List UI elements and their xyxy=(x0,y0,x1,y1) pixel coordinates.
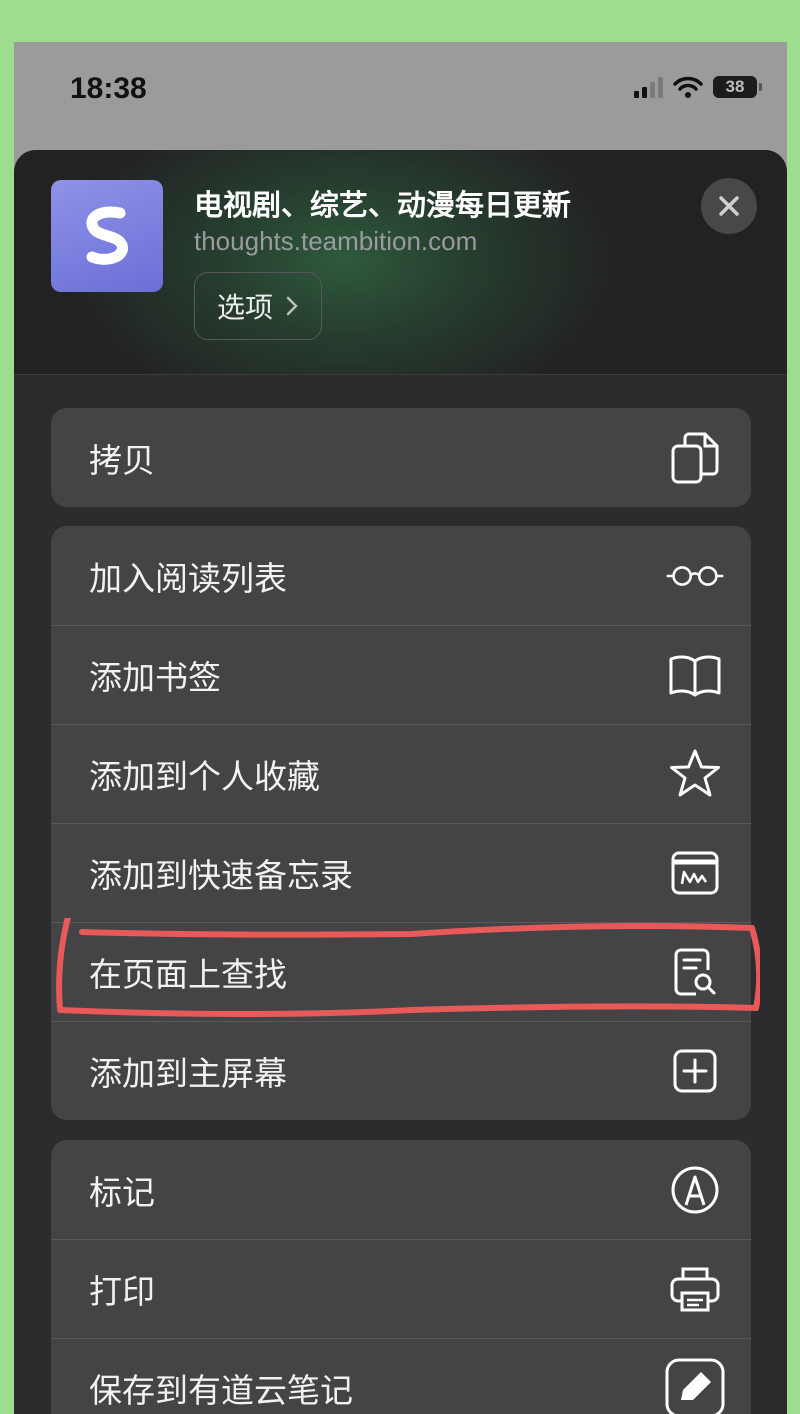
menu-item-copy[interactable]: 拷贝 xyxy=(51,408,751,507)
copy-icon xyxy=(665,428,725,488)
phone-screen: 18:38 38 电视剧、综艺、动漫每日更新 thoughts.teambiti… xyxy=(14,42,787,1414)
menu-item-label: 拷贝 xyxy=(89,440,155,480)
menu-item-label: 在页面上查找 xyxy=(89,954,287,994)
wifi-icon xyxy=(673,76,703,98)
menu-item-find-on-page[interactable]: 在页面上查找 xyxy=(51,922,751,1021)
menu-item-add-home-screen[interactable]: 添加到主屏幕 xyxy=(51,1021,751,1120)
menu-item-label: 保存到有道云笔记 xyxy=(89,1370,353,1410)
status-time: 18:38 xyxy=(70,72,147,105)
options-button[interactable]: 选项 xyxy=(194,272,323,340)
page-url: thoughts.teambition.com xyxy=(194,226,478,256)
book-icon xyxy=(665,645,725,705)
menu-item-label: 加入阅读列表 xyxy=(89,558,287,598)
find-in-page-icon xyxy=(665,942,725,1002)
close-button[interactable] xyxy=(701,178,757,234)
menu-item-reading-list[interactable]: 加入阅读列表 xyxy=(51,526,751,625)
menu-item-markup[interactable]: 标记 xyxy=(51,1140,751,1239)
status-icons: 38 xyxy=(634,76,762,98)
star-icon xyxy=(665,744,725,804)
menu-item-label: 标记 xyxy=(89,1172,155,1212)
menu-item-label: 添加到快速备忘录 xyxy=(89,855,353,895)
action-group-copy: 拷贝 xyxy=(51,408,751,507)
options-label: 选项 xyxy=(217,291,274,324)
plus-square-icon xyxy=(665,1041,725,1101)
cellular-signal-icon xyxy=(634,76,663,98)
page-title: 电视剧、综艺、动漫每日更新 xyxy=(194,188,572,222)
menu-item-add-bookmark[interactable]: 添加书签 xyxy=(51,625,751,724)
quick-note-icon xyxy=(665,843,725,903)
menu-item-quick-note[interactable]: 添加到快速备忘录 xyxy=(51,823,751,922)
share-sheet: 电视剧、综艺、动漫每日更新 thoughts.teambition.com 选项… xyxy=(14,150,787,1414)
share-sheet-header: 电视剧、综艺、动漫每日更新 thoughts.teambition.com 选项 xyxy=(14,150,787,375)
glasses-icon xyxy=(665,546,725,606)
menu-item-label: 添加书签 xyxy=(89,657,221,697)
menu-item-label: 打印 xyxy=(89,1271,155,1311)
menu-item-youdao-note[interactable]: 保存到有道云笔记 xyxy=(51,1338,751,1414)
menu-item-label: 添加到主屏幕 xyxy=(89,1053,287,1093)
battery-icon: 38 xyxy=(713,76,762,98)
printer-icon xyxy=(665,1259,725,1319)
youdao-note-icon xyxy=(665,1358,725,1414)
action-group-page: 加入阅读列表 添加书签 添加到个人收藏 添加到快速备忘录 在页面上查找 添加到主… xyxy=(51,526,751,1120)
menu-item-add-favorites[interactable]: 添加到个人收藏 xyxy=(51,724,751,823)
chevron-right-icon xyxy=(286,296,298,316)
close-icon xyxy=(719,196,739,216)
site-icon xyxy=(51,180,163,292)
action-group-tools: 标记 打印 保存到有道云笔记 xyxy=(51,1140,751,1414)
menu-item-print[interactable]: 打印 xyxy=(51,1239,751,1338)
menu-item-label: 添加到个人收藏 xyxy=(89,756,320,796)
markup-icon xyxy=(665,1160,725,1220)
